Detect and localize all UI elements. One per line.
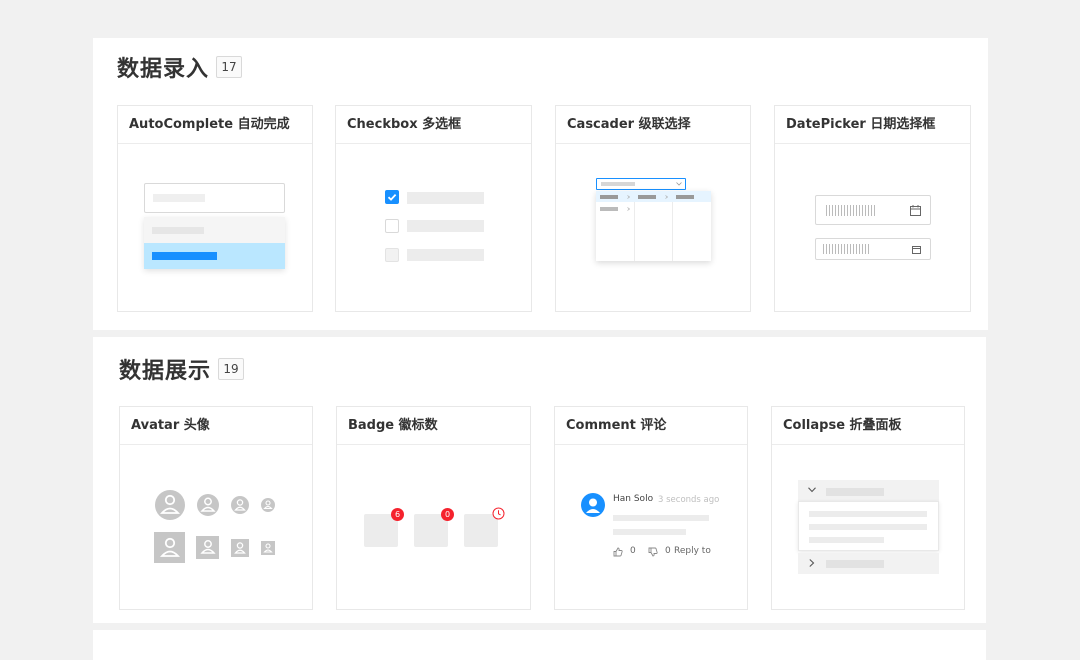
chevron-down-icon <box>808 487 816 493</box>
card-autocomplete[interactable]: AutoComplete 自动完成 <box>117 105 313 312</box>
avatar-square-tiny <box>261 541 275 555</box>
calendar-icon <box>910 205 921 216</box>
comment-preview: Han Solo 3 seconds ago 0 0 Reply to <box>555 445 747 609</box>
like-count: 0 <box>630 546 636 556</box>
comment-time: 3 seconds ago <box>658 495 720 505</box>
collapse-header-expanded <box>798 480 939 501</box>
datepicker-preview <box>775 144 970 311</box>
card-title: Badge 徽标数 <box>337 407 530 445</box>
autocomplete-input <box>144 183 285 213</box>
card-title: DatePicker 日期选择框 <box>775 106 970 144</box>
badge-count: 6 <box>391 508 404 521</box>
avatar-circle-default <box>197 494 219 516</box>
dislike-icon <box>648 547 658 557</box>
dropdown-arrow-icon <box>676 182 682 186</box>
avatar-circle-tiny <box>261 498 275 512</box>
section-title: 数据展示 <box>119 359 212 384</box>
autocomplete-option-active <box>144 243 285 269</box>
avatar-circle-large <box>155 490 185 520</box>
card-title: Avatar 头像 <box>120 407 312 445</box>
cascader-input <box>596 178 686 190</box>
card-checkbox[interactable]: Checkbox 多选框 <box>335 105 532 312</box>
section-data-entry: 数据录入 17 AutoComplete 自动完成 Checkbox 多选框 C… <box>93 38 988 330</box>
datepicker-input-small <box>815 238 931 260</box>
calendar-icon <box>912 246 921 254</box>
checkbox-checked-icon <box>385 190 399 204</box>
card-title: Cascader 级联选择 <box>556 106 750 144</box>
cascader-preview <box>556 144 750 311</box>
cascader-menus <box>596 191 711 261</box>
autocomplete-preview <box>118 144 312 311</box>
section-next <box>93 630 986 660</box>
checkbox-unchecked-icon <box>385 219 399 233</box>
card-title: Checkbox 多选框 <box>336 106 531 144</box>
card-avatar[interactable]: Avatar 头像 <box>119 406 313 610</box>
collapse-preview <box>772 445 964 609</box>
section-title: 数据录入 <box>117 57 210 82</box>
card-datepicker[interactable]: DatePicker 日期选择框 <box>774 105 971 312</box>
avatar-circle-small <box>231 496 249 514</box>
avatar-square-default <box>196 536 219 559</box>
card-badge[interactable]: Badge 徽标数 6 0 <box>336 406 531 610</box>
dislike-count: 0 <box>665 546 671 556</box>
checkbox-disabled-icon <box>385 248 399 262</box>
avatar-preview <box>120 445 312 609</box>
component-count-badge: 17 <box>216 56 242 78</box>
card-title: AutoComplete 自动完成 <box>118 106 312 144</box>
autocomplete-dropdown <box>144 217 285 269</box>
avatar-square-small <box>231 539 249 557</box>
avatar-square-large <box>154 532 185 563</box>
collapse-content <box>798 501 939 551</box>
card-title: Collapse 折叠面板 <box>772 407 964 445</box>
component-count-badge: 19 <box>218 358 244 380</box>
datepicker-input <box>815 195 931 225</box>
card-title: Comment 评论 <box>555 407 747 445</box>
clock-icon <box>492 507 505 520</box>
like-icon <box>613 547 623 557</box>
comment-author: Han Solo <box>613 494 654 504</box>
card-comment[interactable]: Comment 评论 Han Solo 3 seconds ago 0 0 Re… <box>554 406 748 610</box>
card-collapse[interactable]: Collapse 折叠面板 <box>771 406 965 610</box>
chevron-right-icon <box>809 559 815 567</box>
card-cascader[interactable]: Cascader 级联选择 <box>555 105 751 312</box>
badge-preview: 6 0 <box>337 445 530 609</box>
reply-link[interactable]: Reply to <box>674 546 711 556</box>
user-icon <box>581 493 605 517</box>
section-data-display: 数据展示 19 Avatar 头像 Badge 徽标数 6 0 Comment … <box>93 337 986 623</box>
badge-count: 0 <box>441 508 454 521</box>
checkbox-preview <box>336 144 531 311</box>
collapse-header-collapsed <box>798 553 939 574</box>
